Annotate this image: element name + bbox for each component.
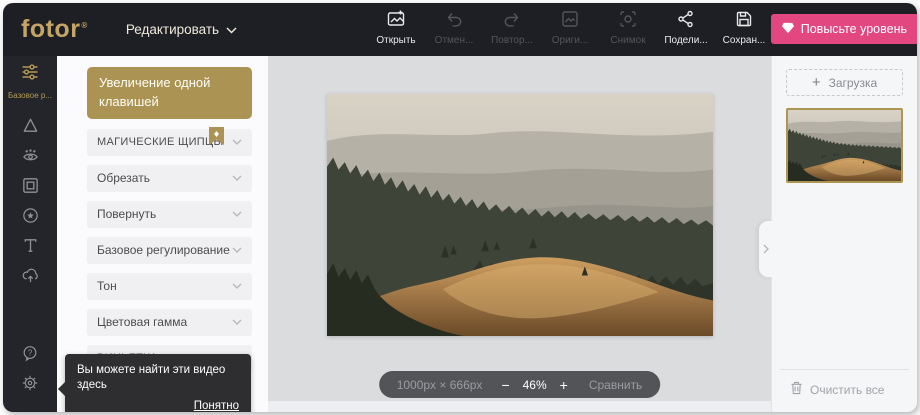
upload-cloud-icon (21, 266, 40, 290)
section-tone[interactable]: Тон (87, 273, 252, 300)
rail-item-text[interactable] (21, 233, 40, 263)
section-label: МАГИЧЕСКИЕ ЩИПЦЫ (97, 136, 223, 148)
help-button[interactable]: ? (21, 340, 39, 370)
section-basic-adjust[interactable]: Базовое регулирование (87, 237, 252, 264)
fotor-logo[interactable]: fotor® (21, 15, 88, 44)
panel-collapse-handle[interactable] (759, 221, 773, 277)
text-icon (21, 236, 40, 260)
original-button[interactable]: Ориги... (545, 9, 595, 46)
video-hint-tooltip: Вы можете найти эти видео здесь Понятно (65, 354, 251, 412)
tooltip-arrow (58, 382, 65, 396)
save-button[interactable]: Сохран... (719, 9, 769, 46)
original-icon (560, 9, 580, 32)
open-button[interactable]: Открыть (371, 9, 421, 46)
settings-gear-icon (21, 374, 39, 397)
section-label: Повернуть (97, 207, 156, 221)
undo-icon (444, 9, 464, 32)
editor-canvas: 1000px × 666px − 46% + Сравнить (268, 56, 771, 412)
upload-button[interactable]: + Загрузка (786, 69, 903, 96)
tool-rail: Базовое р... ? (3, 56, 57, 412)
one-key-enhance-button[interactable]: Увеличение одной клавишей (87, 67, 252, 119)
app-window: fotor® Редактировать Открыть Отмен... По… (3, 3, 917, 412)
svg-text:?: ? (28, 348, 33, 357)
clear-all-label: Очистить все (810, 383, 884, 397)
share-icon (676, 9, 696, 32)
open-image-icon (386, 9, 406, 32)
save-label: Сохран... (723, 35, 766, 46)
tooltip-text: Вы можете найти эти видео здесь (77, 363, 239, 393)
rail-item-retouch[interactable] (21, 113, 40, 143)
chevron-down-icon (232, 139, 242, 145)
edit-mode-label: Редактировать (126, 22, 219, 37)
rail-item-frames[interactable] (21, 173, 40, 203)
trash-icon (790, 381, 803, 398)
logo-text: fotor (21, 15, 80, 43)
redo-button[interactable]: Повтор... (487, 9, 537, 46)
upload-label: Загрузка (829, 76, 878, 90)
beauty-eye-icon (21, 146, 40, 170)
gem-icon (781, 22, 795, 37)
retouch-icon (21, 116, 40, 140)
chevron-down-icon (232, 175, 242, 181)
undo-button[interactable]: Отмен... (429, 9, 479, 46)
registered-mark: ® (81, 21, 87, 30)
rail-item-upload[interactable] (21, 263, 40, 293)
image-dimensions: 1000px × 666px (397, 378, 483, 392)
section-rotate[interactable]: Повернуть (87, 201, 252, 228)
top-toolbar: Открыть Отмен... Повтор... Ориги... Сним… (371, 9, 769, 46)
zoom-bar: 1000px × 666px − 46% + Сравнить (379, 371, 661, 398)
clear-all-button[interactable]: Очистить все (780, 369, 909, 402)
rail-item-stickers[interactable] (21, 203, 40, 233)
share-button[interactable]: Подели... (661, 9, 711, 46)
compare-button[interactable]: Сравнить (589, 378, 642, 392)
zoom-out-button[interactable]: − (501, 378, 509, 392)
settings-button[interactable] (21, 370, 39, 400)
section-label: Базовое регулирование (97, 243, 230, 257)
rail-item-basic-adjust[interactable]: Базовое р... (8, 62, 52, 100)
section-label: Цветовая гамма (97, 315, 187, 329)
plus-icon: + (812, 74, 821, 91)
frames-icon (21, 176, 40, 200)
save-icon (734, 9, 754, 32)
open-label: Открыть (376, 35, 415, 46)
upgrade-label: Повысьте уровень (801, 22, 907, 36)
zoom-in-button[interactable]: + (560, 378, 568, 392)
chevron-down-icon (232, 319, 242, 325)
bookmark-icon (209, 127, 224, 148)
edit-mode-menu[interactable]: Редактировать (126, 22, 237, 37)
undo-label: Отмен... (435, 35, 474, 46)
section-magic-clipper[interactable]: МАГИЧЕСКИЕ ЩИПЦЫ (87, 129, 252, 156)
canvas-bottom-strip (268, 401, 771, 412)
share-label: Подели... (664, 35, 707, 46)
help-icon: ? (21, 344, 39, 367)
chevron-down-icon (232, 283, 242, 289)
redo-icon (502, 9, 522, 32)
adjust-sliders-icon (20, 62, 40, 87)
photo-on-canvas[interactable] (327, 94, 713, 336)
chevron-down-icon (226, 22, 237, 37)
top-bar: fotor® Редактировать Открыть Отмен... По… (3, 3, 917, 56)
uploaded-thumbnail[interactable] (786, 108, 903, 183)
snapshot-label: Снимок (610, 35, 645, 46)
zoom-level: 46% (523, 378, 547, 392)
section-label: Обрезать (97, 171, 150, 185)
section-color-gamma[interactable]: Цветовая гамма (87, 309, 252, 336)
rail-active-label: Базовое р... (8, 91, 52, 100)
stickers-icon (21, 206, 40, 230)
upgrade-button[interactable]: Повысьте уровень (771, 14, 917, 44)
original-label: Ориги... (552, 35, 589, 46)
tooltip-dismiss-link[interactable]: Понятно (77, 400, 239, 412)
redo-label: Повтор... (491, 35, 533, 46)
section-crop[interactable]: Обрезать (87, 165, 252, 192)
snapshot-icon (618, 9, 638, 32)
uploads-panel: + Загрузка Очистить все (771, 56, 917, 412)
snapshot-button[interactable]: Снимок (603, 9, 653, 46)
chevron-down-icon (232, 211, 242, 217)
chevron-down-icon (232, 247, 242, 253)
section-label: Тон (97, 279, 117, 293)
rail-item-beauty[interactable] (21, 143, 40, 173)
